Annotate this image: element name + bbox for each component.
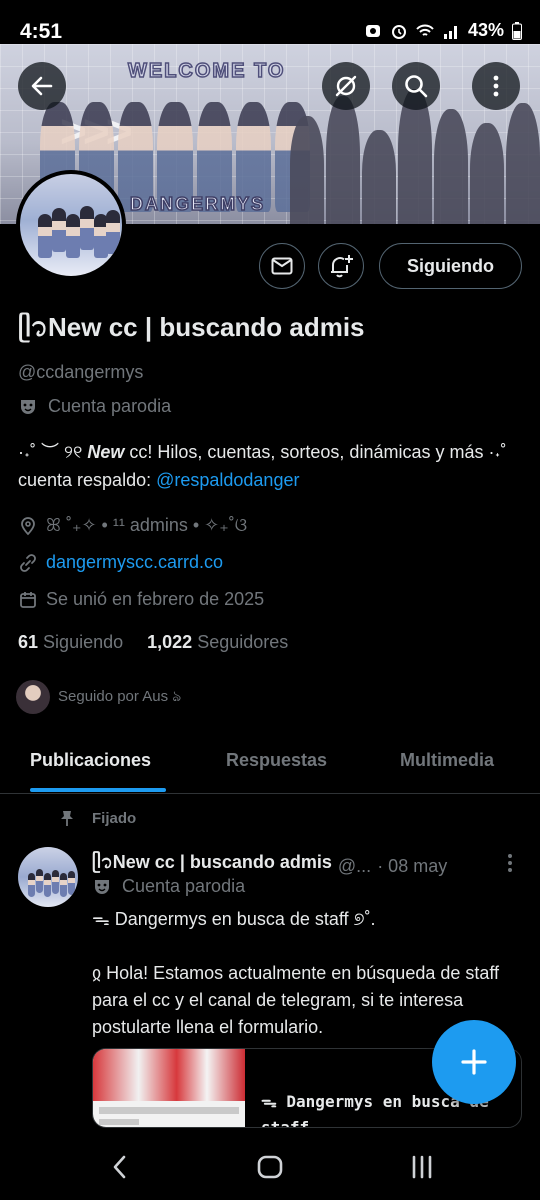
post-author-avatar[interactable] [18, 847, 78, 907]
status-time: 4:51 [20, 20, 63, 43]
back-button[interactable] [18, 62, 66, 110]
wifi-icon [416, 24, 434, 36]
post-date: · 08 may [377, 855, 448, 876]
pinned-label: Fijado [92, 809, 137, 827]
pin-icon [61, 811, 73, 826]
link-icon [20, 553, 36, 572]
followed-by-row[interactable]: Seguido por Aus ঌ [16, 680, 181, 714]
back-arrow-icon [31, 76, 53, 96]
bell-plus-icon [331, 255, 353, 278]
parody-label: Cuenta parodia [18, 396, 171, 417]
bio-new: New [87, 442, 125, 462]
theater-mask-icon [95, 879, 109, 894]
message-button[interactable] [259, 243, 305, 289]
profile-handle: @ccdangermys [18, 362, 144, 382]
followers-label: Seguidores [197, 632, 289, 652]
nav-home-button[interactable] [250, 1150, 290, 1184]
followers-count: 1,022 [147, 632, 193, 652]
silent-icon [365, 24, 380, 37]
mail-icon [271, 257, 293, 275]
signal-icon [443, 25, 457, 39]
post-parody-text: Cuenta parodia [122, 876, 246, 896]
alarm-icon [391, 24, 406, 39]
follower-avatar [16, 680, 50, 714]
active-tab-indicator [30, 788, 166, 792]
bio-prefix: ·˖˚ ︶ ୨୧ [18, 442, 88, 462]
pinned-indicator: Fijado [58, 809, 136, 827]
chevron-left-icon [113, 1155, 126, 1179]
more-vertical-icon [508, 854, 512, 872]
profile-avatar[interactable] [16, 170, 126, 280]
followers-stat[interactable]: 1,022 Seguidores [147, 632, 288, 653]
calendar-icon [20, 591, 36, 608]
nav-back-button[interactable] [100, 1150, 140, 1184]
search-button[interactable] [392, 62, 440, 110]
follow-stats: 61 Siguiendo 1,022 Seguidores [18, 632, 288, 653]
followed-by-text: Seguido por Aus ঌ [58, 687, 182, 705]
grok-icon [335, 75, 357, 97]
recents-icon [412, 1155, 432, 1179]
banner-welcome-text: WELCOME TO [127, 59, 286, 83]
profile-website: dangermyscc.carrd.co [18, 552, 223, 573]
website-link[interactable]: dangermyscc.carrd.co [46, 552, 223, 573]
search-icon [405, 75, 428, 98]
parody-label-text: Cuenta parodia [48, 396, 172, 416]
profile-joined: Se unió en febrero de 2025 [18, 589, 264, 610]
tab-multimedia[interactable]: Multimedia [400, 750, 494, 771]
more-options-button[interactable] [472, 62, 520, 110]
profile-bio: ·˖˚ ︶ ୨୧ New cc! Hilos, cuentas, sorteos… [18, 438, 518, 494]
plus-icon [461, 1049, 487, 1075]
home-icon [257, 1155, 283, 1179]
nav-recents-button[interactable] [402, 1150, 442, 1184]
battery-icon [512, 21, 522, 40]
location-icon [21, 516, 35, 535]
following-stat[interactable]: 61 Siguiendo [18, 632, 123, 653]
profile-display-name: ᥫ᭡New cc | buscando admis [18, 312, 365, 342]
status-bar: 4:51 43% [0, 0, 540, 44]
more-vertical-icon [493, 75, 499, 97]
following-count: 61 [18, 632, 39, 652]
notifications-button[interactable] [318, 243, 364, 289]
system-nav-bar [0, 1130, 540, 1200]
joined-text: Se unió en febrero de 2025 [46, 589, 265, 609]
following-button[interactable]: Siguiendo [379, 243, 522, 289]
profile-location: ꕤ ˚₊✧ • ¹¹ admins • ✧₊˚ଓ [18, 515, 247, 536]
battery-percent: 43% [467, 20, 504, 40]
theater-mask-icon [21, 399, 35, 414]
location-text: ꕤ ˚₊✧ • ¹¹ admins • ✧₊˚ଓ [46, 515, 248, 535]
post-line-1: ᯓ Dangermys en busca de staff ୭˚. [92, 909, 376, 929]
post-body: ᯓ Dangermys en busca de staff ୭˚. ჲ Hola… [92, 906, 522, 1041]
link-card-image [93, 1049, 245, 1127]
profile-tabs: Publicaciones Respuestas Multimedia [0, 730, 540, 794]
compose-button[interactable] [432, 1020, 516, 1104]
tab-respuestas[interactable]: Respuestas [226, 750, 327, 771]
status-icons: 43% [364, 20, 522, 41]
bio-mention-link[interactable]: @respaldodanger [156, 470, 299, 490]
post-more-button[interactable] [502, 852, 518, 879]
post-author-handle: @... [337, 855, 372, 876]
banner-name-text: DANGERMYS [129, 193, 266, 215]
following-label: Siguiendo [43, 632, 124, 652]
post-parody-label: Cuenta parodia [92, 876, 245, 897]
grok-button[interactable] [322, 62, 370, 110]
tab-publicaciones[interactable]: Publicaciones [30, 750, 151, 771]
